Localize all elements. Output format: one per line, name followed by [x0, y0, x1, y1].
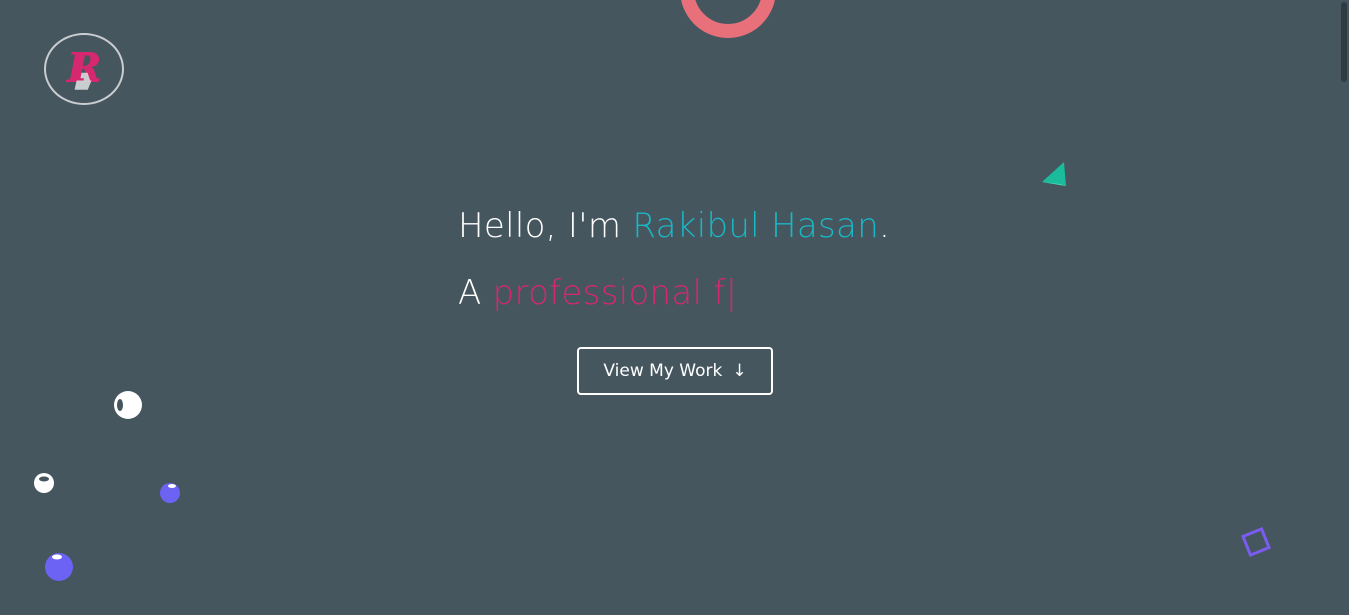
triangle-shape	[1042, 162, 1066, 186]
greeting-period: .	[879, 206, 891, 246]
hero-page: R R Hello, I'm Rakibul Hasan. A professi…	[0, 0, 1349, 615]
svg-text:R: R	[69, 45, 101, 89]
white-bubble-large	[114, 391, 142, 419]
hero-tagline: A professional f|	[458, 273, 737, 313]
typed-text: professional f	[492, 273, 726, 313]
view-my-work-label: View My Work	[603, 361, 723, 381]
ring-shape	[681, 0, 775, 38]
view-my-work-button[interactable]: View My Work ↓	[577, 347, 773, 395]
arrow-down-icon: ↓	[732, 360, 747, 381]
typing-cursor: |	[725, 273, 738, 313]
site-logo[interactable]: R R	[44, 33, 124, 105]
tagline-prefix: A	[458, 273, 493, 313]
white-bubble-small	[34, 473, 54, 493]
scrollbar-thumb[interactable]	[1341, 2, 1347, 82]
square-shape	[1241, 527, 1271, 557]
page-scrollbar[interactable]	[1337, 0, 1349, 615]
greeting-text: Hello, I'm	[458, 206, 633, 246]
hero-name: Rakibul Hasan	[632, 206, 880, 246]
purple-bubble-small	[160, 483, 180, 503]
r-logo-icon: R R	[66, 43, 102, 92]
purple-bubble-large	[45, 553, 73, 581]
hero-greeting: Hello, I'm Rakibul Hasan.	[458, 206, 890, 246]
